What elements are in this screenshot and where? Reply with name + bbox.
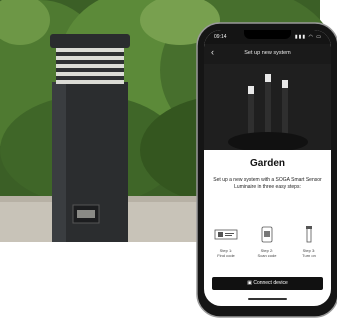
app-screen: 09:14 ▮▮▮ ◠ ▭ ‹ Set up new system Garden…	[204, 30, 331, 306]
step-3: Step 3: Turn on	[295, 225, 323, 258]
setup-description: Set up a new system with a SOGA Smart Se…	[213, 177, 322, 190]
status-time: 09:14	[214, 34, 227, 40]
step-1-label: Step 1: Find code	[217, 248, 235, 258]
bollards-hero-image	[204, 64, 331, 150]
step-3-label: Step 3: Turn on	[302, 248, 316, 258]
scan-icon	[261, 226, 273, 243]
bollard-icon	[306, 226, 312, 243]
app-header: ‹ Set up new system	[204, 44, 331, 64]
step-2-label: Step 2: Scan code	[257, 248, 277, 258]
status-icons: ▮▮▮ ◠ ▭	[294, 34, 322, 40]
connect-device-label: Connect device	[253, 280, 288, 286]
phone-notch	[244, 30, 291, 39]
setup-steps: Step 1: Find code Step 2: Scan code Step…	[212, 225, 323, 265]
connect-device-button[interactable]: ▣ Connect device	[212, 277, 323, 290]
step-1: Step 1: Find code	[212, 225, 240, 258]
qr-code-icon	[214, 229, 238, 240]
system-heading: Garden	[249, 158, 285, 169]
home-indicator	[248, 298, 287, 300]
smartphone: 09:14 ▮▮▮ ◠ ▭ ‹ Set up new system Garden…	[196, 22, 337, 318]
header-title: Set up new system	[244, 50, 291, 56]
step-2: Step 2: Scan code	[253, 225, 281, 258]
